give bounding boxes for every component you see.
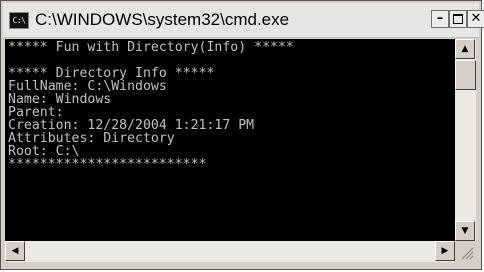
left-arrow-icon: ◀ [11,246,19,256]
console-output[interactable]: ***** Fun with Directory(Info) ***** ***… [5,39,455,241]
title-bar[interactable]: C:\ C:\WINDOWS\system32\cmd.exe – ✕ [3,3,484,38]
vertical-scroll-thumb[interactable] [455,60,476,90]
scroll-down-button[interactable]: ▼ [455,221,475,241]
console-line: ***** Fun with Directory(Info) ***** [8,40,294,55]
maximize-button[interactable] [449,10,467,28]
resize-grip-lines [461,247,474,260]
close-button[interactable]: ✕ [467,10,484,28]
close-icon: ✕ [470,11,482,26]
maximize-icon [453,14,463,24]
minimize-icon: – [436,11,444,26]
resize-grip-icon[interactable] [455,241,476,262]
console-app-icon[interactable]: C:\ [9,12,29,29]
console-line: ************************* [8,157,207,172]
right-arrow-icon: ▶ [441,246,449,256]
cmd-window: C:\ C:\WINDOWS\system32\cmd.exe – ✕ ****… [0,0,484,270]
window-title: C:\WINDOWS\system32\cmd.exe [35,10,290,29]
vertical-scrollbar[interactable]: ▲ ▼ [455,39,476,241]
scroll-up-button[interactable]: ▲ [455,39,475,59]
minimize-button[interactable]: – [431,10,449,28]
horizontal-scrollbar[interactable]: ◀ ▶ [5,241,455,262]
up-arrow-icon: ▲ [461,44,469,54]
console-text: ***** Fun with Directory(Info) ***** ***… [5,39,455,171]
scroll-left-button[interactable]: ◀ [5,241,25,261]
scroll-right-button[interactable]: ▶ [435,241,455,261]
down-arrow-icon: ▼ [461,226,469,236]
